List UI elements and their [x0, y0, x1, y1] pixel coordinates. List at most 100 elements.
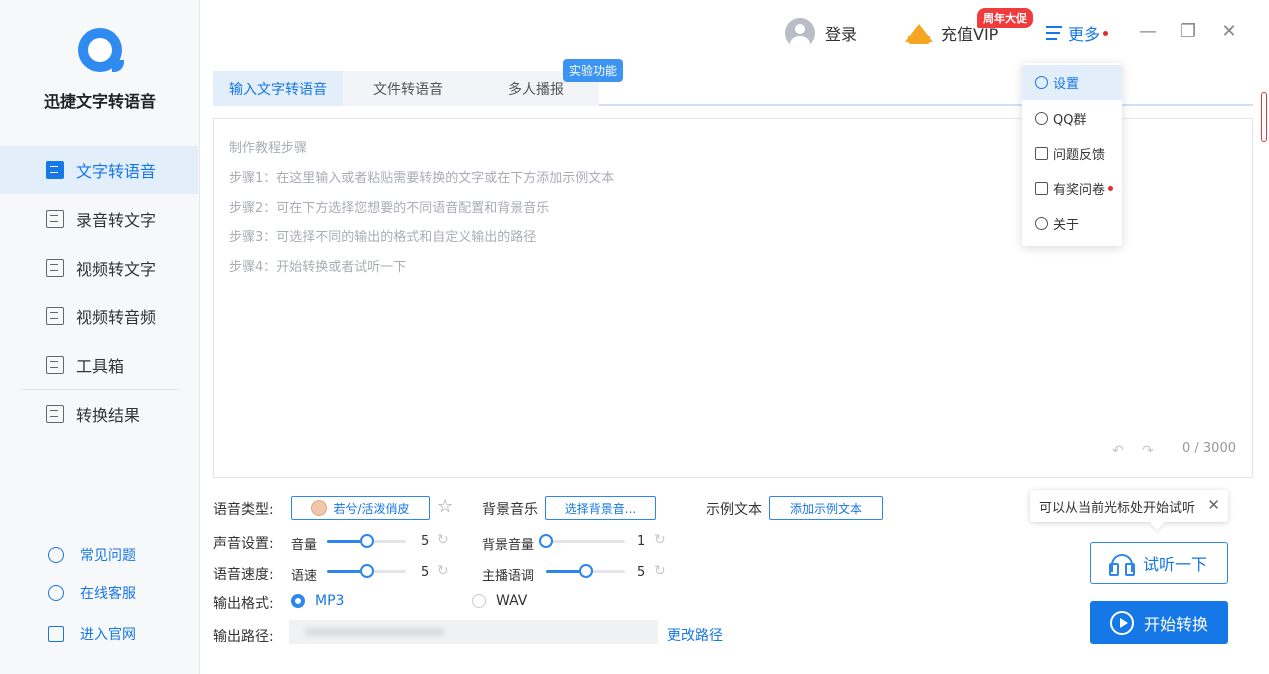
- text-to-speech-icon: [46, 161, 64, 179]
- menu-item-label: QQ群: [1053, 113, 1087, 128]
- guide-step: 步骤4：开始转换或者试听一下: [229, 260, 407, 275]
- results-icon: [46, 405, 64, 423]
- guide-step: 步骤3：可选择不同的输出的格式和自定义输出的路径: [229, 230, 537, 245]
- help-online-service-link[interactable]: 在线客服: [0, 578, 198, 608]
- voice-avatar: [311, 500, 328, 516]
- volume-slider[interactable]: [327, 534, 406, 548]
- tab-file[interactable]: 文件转语音: [343, 71, 473, 106]
- voice-select-button[interactable]: 若兮/活泼俏皮: [291, 496, 430, 520]
- sample-text-label: 示例文本: [706, 502, 762, 518]
- help-label: 进入官网: [80, 627, 136, 643]
- listen-button[interactable]: 试听一下: [1090, 542, 1228, 584]
- format-wav-label[interactable]: WAV: [496, 593, 527, 609]
- pitch-label: 主播语调: [482, 569, 535, 584]
- sidebar-item-results[interactable]: 转换结果: [0, 390, 198, 438]
- menu-item-qq-group[interactable]: QQ群: [1022, 101, 1122, 136]
- bgm-select-button[interactable]: 选择背景音...: [545, 496, 656, 520]
- guide-step: 步骤1：在这里输入或者粘贴需要转换的文字或在下方添加示例文本: [229, 171, 615, 186]
- add-sample-button[interactable]: 添加示例文本: [769, 496, 883, 520]
- sidebar-item-text-to-speech[interactable]: 文字转语音: [0, 146, 198, 194]
- guide-step: 步骤2：可在下方选择您想要的不同语音配置和背景音乐: [229, 201, 550, 216]
- menu-item-label: 有奖问卷: [1053, 183, 1106, 198]
- rate-slider[interactable]: [327, 564, 406, 578]
- menu-item-settings[interactable]: 设置: [1022, 65, 1122, 100]
- format-label: 输出格式:: [213, 596, 274, 612]
- menu-item-survey[interactable]: 有奖问卷: [1022, 171, 1122, 206]
- notification-dot: [1103, 30, 1109, 36]
- close-button[interactable]: ✕: [1219, 22, 1239, 42]
- reset-icon[interactable]: ↻: [437, 563, 449, 579]
- bg-volume-slider[interactable]: [539, 534, 625, 548]
- rate-knob[interactable]: [360, 564, 374, 578]
- video-to-text-icon: [46, 259, 64, 277]
- tooltip-close-icon[interactable]: ✕: [1207, 496, 1220, 514]
- output-path-field[interactable]: [289, 620, 658, 644]
- voice-type-label: 语音类型:: [213, 502, 274, 518]
- info-icon: [1035, 217, 1048, 230]
- bg-volume-knob[interactable]: [539, 534, 553, 548]
- pitch-knob[interactable]: [579, 564, 593, 578]
- bg-volume-label: 背景音量: [482, 538, 535, 553]
- rate-label: 语速: [291, 569, 318, 584]
- menu-item-about[interactable]: 关于: [1022, 206, 1122, 241]
- restore-button[interactable]: ❐: [1178, 22, 1198, 42]
- speed-label: 语音速度:: [213, 567, 274, 583]
- volume-knob[interactable]: [360, 534, 374, 548]
- login-button[interactable]: 登录: [785, 18, 857, 48]
- sidebar-item-label: 录音转文字: [76, 211, 157, 230]
- pitch-slider[interactable]: [546, 564, 625, 578]
- redo-icon[interactable]: ↷: [1142, 443, 1154, 459]
- guide-title: 制作教程步骤: [229, 141, 308, 156]
- sound-settings-label: 声音设置:: [213, 536, 274, 552]
- tab-input-text[interactable]: 输入文字转语音: [213, 71, 343, 106]
- more-dropdown-menu: 设置 QQ群 问题反馈 有奖问卷 关于: [1022, 63, 1122, 246]
- sidebar-item-video-to-text[interactable]: 视频转文字: [0, 244, 198, 292]
- help-label: 在线客服: [80, 586, 136, 602]
- sidebar-item-video-to-audio[interactable]: 视频转音频: [0, 292, 198, 340]
- voice-name: 若兮/活泼俏皮: [333, 501, 410, 516]
- video-to-audio-icon: [46, 307, 64, 325]
- sidebar-item-label: 转换结果: [76, 406, 141, 425]
- listen-tooltip: 可以从当前光标处开始试听 ✕: [1030, 490, 1228, 522]
- undo-icon[interactable]: ↶: [1112, 443, 1124, 459]
- sidebar-item-label: 文字转语音: [76, 162, 157, 181]
- reset-icon[interactable]: ↻: [437, 532, 449, 548]
- star-icon[interactable]: ☆: [437, 496, 453, 517]
- reset-icon[interactable]: ↻: [654, 563, 666, 579]
- more-menu-button[interactable]: 更多: [1046, 18, 1109, 48]
- sidebar-item-recording-to-text[interactable]: 录音转文字: [0, 195, 198, 243]
- menu-item-label: 设置: [1053, 77, 1080, 92]
- sidebar-item-label: 视频转文字: [76, 260, 157, 279]
- app-logo-icon: [78, 28, 124, 72]
- menu-icon: [1046, 26, 1062, 40]
- headphones-icon: [1108, 554, 1135, 576]
- app-window: 迅捷文字转语音 文字转语音 录音转文字 视频转文字 视频转音频 工具箱 转换结果: [0, 0, 1269, 674]
- convert-label: 开始转换: [1143, 614, 1208, 634]
- menu-item-label: 问题反馈: [1053, 148, 1106, 163]
- format-mp3-radio[interactable]: [291, 594, 305, 608]
- char-counter: 0 / 3000: [1182, 441, 1236, 456]
- minimize-button[interactable]: —: [1138, 22, 1158, 42]
- start-convert-button[interactable]: 开始转换: [1090, 601, 1228, 644]
- avatar: [785, 18, 815, 48]
- promo-badge: 周年大促: [977, 8, 1033, 28]
- volume-value: 5: [421, 534, 430, 549]
- format-mp3-label[interactable]: MP3: [315, 593, 344, 609]
- change-path-link[interactable]: 更改路径: [667, 625, 723, 645]
- volume-label: 音量: [291, 538, 318, 553]
- help-website-link[interactable]: 进入官网: [0, 619, 198, 649]
- monitor-icon: [48, 626, 64, 642]
- help-faq-link[interactable]: 常见问题: [0, 540, 198, 570]
- bg-volume-value: 1: [637, 534, 646, 549]
- menu-item-feedback[interactable]: 问题反馈: [1022, 136, 1122, 171]
- sidebar-item-label: 工具箱: [76, 357, 125, 376]
- qq-icon: [1035, 112, 1048, 125]
- reset-icon[interactable]: ↻: [654, 532, 666, 548]
- notification-dot: [1108, 186, 1114, 191]
- tooltip-text: 可以从当前光标处开始试听: [1039, 500, 1196, 516]
- scrollbar-thumb[interactable]: [1261, 92, 1267, 142]
- path-label: 输出路径:: [213, 629, 274, 645]
- play-icon: [1109, 610, 1134, 635]
- format-wav-radio[interactable]: [472, 594, 486, 608]
- sidebar-item-toolbox[interactable]: 工具箱: [0, 341, 198, 389]
